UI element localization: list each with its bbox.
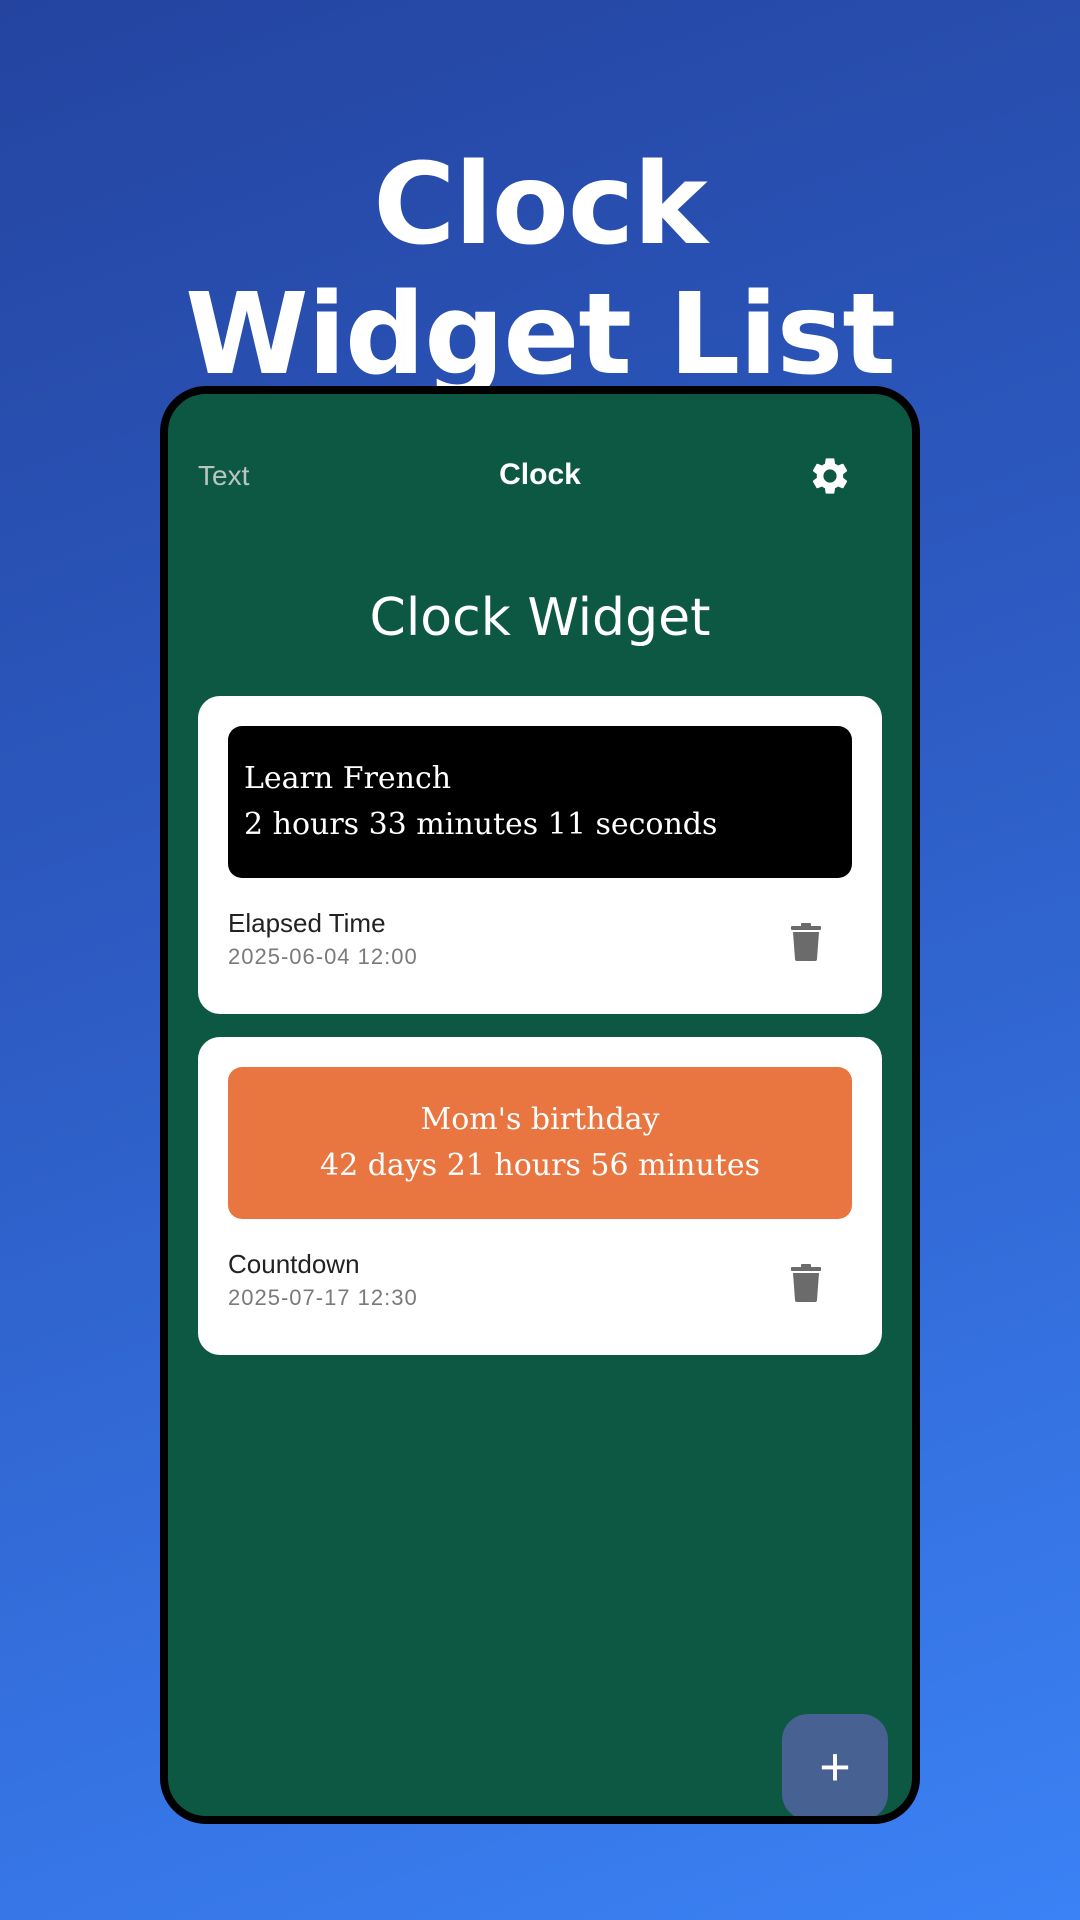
trash-icon[interactable] <box>786 1259 826 1307</box>
headline-line-2: Widget List <box>185 270 896 400</box>
widget-date: 2025-06-04 12:00 <box>228 944 418 969</box>
plus-icon: + <box>819 1737 851 1797</box>
gear-icon[interactable] <box>804 450 856 502</box>
widget-type: Countdown <box>228 1249 360 1279</box>
app-bar-title: Clock <box>499 458 581 491</box>
widget-preview[interactable]: Learn French 2 hours 33 minutes 11 secon… <box>228 726 852 878</box>
top-app-bar: Text Clock <box>168 394 912 534</box>
widget-preview-time: 42 days 21 hours 56 minutes <box>320 1148 760 1183</box>
widget-card[interactable]: Learn French 2 hours 33 minutes 11 secon… <box>198 696 882 1014</box>
widget-card[interactable]: Mom's birthday 42 days 21 hours 56 minut… <box>198 1037 882 1355</box>
widget-preview-title: Mom's birthday <box>420 1102 660 1137</box>
screen-title: Clock Widget <box>369 588 711 648</box>
widget-date: 2025-07-17 12:30 <box>228 1285 418 1310</box>
phone-frame: Text Clock Clock Widget Learn French 2 h… <box>160 386 920 1824</box>
widget-preview[interactable]: Mom's birthday 42 days 21 hours 56 minut… <box>228 1067 852 1219</box>
promo-headline: Clock Widget List <box>0 140 1080 400</box>
trash-icon[interactable] <box>786 918 826 966</box>
widget-preview-time: 2 hours 33 minutes 11 seconds <box>244 807 718 842</box>
add-widget-button[interactable]: + <box>782 1714 888 1816</box>
widget-preview-title: Learn French <box>244 761 452 796</box>
widget-type: Elapsed Time <box>228 908 386 938</box>
headline-line-1: Clock <box>373 140 707 270</box>
